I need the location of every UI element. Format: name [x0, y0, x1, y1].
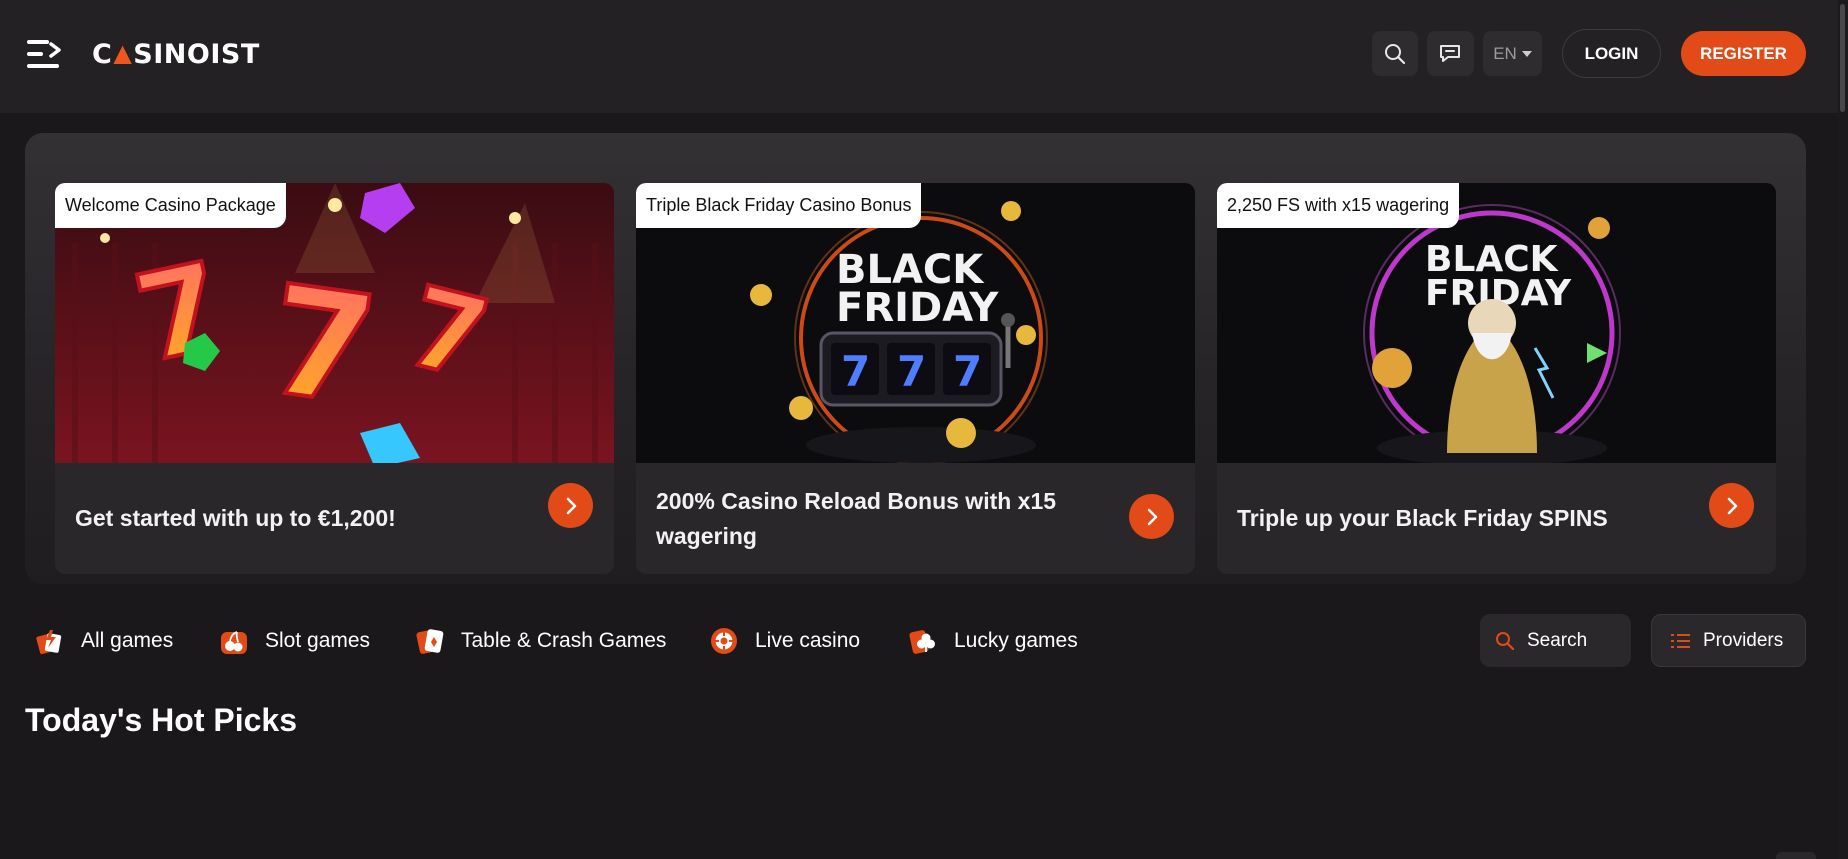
list-icon — [1671, 633, 1690, 648]
clover-icon — [908, 626, 938, 656]
category-label: Table & Crash Games — [461, 629, 667, 652]
language-label: EN — [1493, 43, 1517, 63]
category-table-crash-games[interactable]: Table & Crash Games — [415, 621, 666, 661]
category-label: Live casino — [755, 629, 861, 652]
promo-arrow-button[interactable] — [548, 483, 593, 528]
category-live-casino[interactable]: Live casino — [709, 621, 860, 661]
chevron-right-icon — [1147, 508, 1157, 525]
header-chat-button[interactable] — [1427, 31, 1474, 76]
search-icon — [1496, 631, 1515, 650]
language-selector[interactable]: EN — [1483, 31, 1542, 76]
logo-text-end: SINOIST — [133, 38, 260, 70]
chat-icon — [1439, 44, 1460, 62]
search-icon — [1385, 43, 1406, 64]
promo-title: Triple up your Black Friday SPINS — [1237, 505, 1608, 531]
category-all-games[interactable]: All games — [35, 621, 173, 661]
cherries-icon — [219, 626, 249, 656]
logo-text-start: C — [92, 38, 113, 70]
menu-toggle-icon[interactable] — [24, 37, 64, 71]
promo-card-spins[interactable]: BLACK FRIDAY 2,250 FS with x15 wagering … — [1217, 183, 1776, 574]
search-label: Search — [1527, 629, 1588, 651]
promo-card-welcome[interactable]: 7 7 7 Welcome Casino Package Get started… — [55, 183, 614, 574]
svg-text:7: 7 — [897, 347, 926, 396]
art-text-friday: FRIDAY — [836, 285, 999, 331]
promo-title: 200% Casino Reload Bonus with x15 wageri… — [656, 487, 1057, 549]
roulette-icon — [709, 626, 739, 656]
category-slot-games[interactable]: Slot games — [219, 621, 370, 661]
chevron-right-icon — [1727, 497, 1737, 514]
promo-image-black-friday-slot: BLACK FRIDAY 7 7 7 Triple Black Friday C… — [636, 183, 1195, 463]
logo-triangle-icon: ▲ — [113, 39, 133, 67]
login-button[interactable]: LOGIN — [1562, 29, 1661, 78]
site-header: C ▲ SINOIST EN LOGIN REGISTER — [0, 0, 1838, 113]
promo-arrow-button[interactable] — [1709, 483, 1754, 528]
lightning-cards-icon — [35, 626, 65, 656]
register-button[interactable]: REGISTER — [1681, 31, 1806, 76]
promo-arrow-button[interactable] — [1129, 494, 1174, 539]
promo-badge: Welcome Casino Package — [55, 183, 286, 228]
providers-label: Providers — [1703, 629, 1784, 651]
playing-card-icon — [415, 626, 445, 656]
promo-image-777: 7 7 7 Welcome Casino Package — [55, 183, 614, 463]
category-label: Lucky games — [954, 629, 1078, 652]
section-title-hot-picks: Today's Hot Picks — [25, 702, 297, 738]
promo-image-zeus: BLACK FRIDAY 2,250 FS with x15 wagering — [1217, 183, 1776, 463]
chevron-right-icon — [566, 497, 576, 514]
promo-title: Get started with up to €1,200! — [75, 505, 396, 531]
category-lucky-games[interactable]: Lucky games — [908, 621, 1078, 661]
providers-button[interactable]: Providers — [1651, 614, 1806, 667]
svg-text:7: 7 — [953, 347, 982, 396]
scrollbar-track[interactable] — [1838, 0, 1848, 859]
scrollbar-thumb[interactable] — [1840, 4, 1845, 112]
category-label: All games — [81, 629, 174, 652]
games-search-button[interactable]: Search — [1480, 614, 1631, 667]
header-search-button[interactable] — [1372, 31, 1418, 76]
chevron-down-icon — [1521, 50, 1532, 57]
promo-badge: Triple Black Friday Casino Bonus — [636, 183, 922, 228]
svg-text:7: 7 — [841, 347, 870, 396]
category-label: Slot games — [265, 629, 371, 652]
floating-widget-edge[interactable] — [1776, 852, 1816, 859]
casinoist-logo[interactable]: C ▲ SINOIST — [92, 38, 260, 70]
promo-badge: 2,250 FS with x15 wagering — [1217, 183, 1460, 228]
promo-card-black-friday[interactable]: BLACK FRIDAY 7 7 7 Triple Black Friday C… — [636, 183, 1195, 574]
